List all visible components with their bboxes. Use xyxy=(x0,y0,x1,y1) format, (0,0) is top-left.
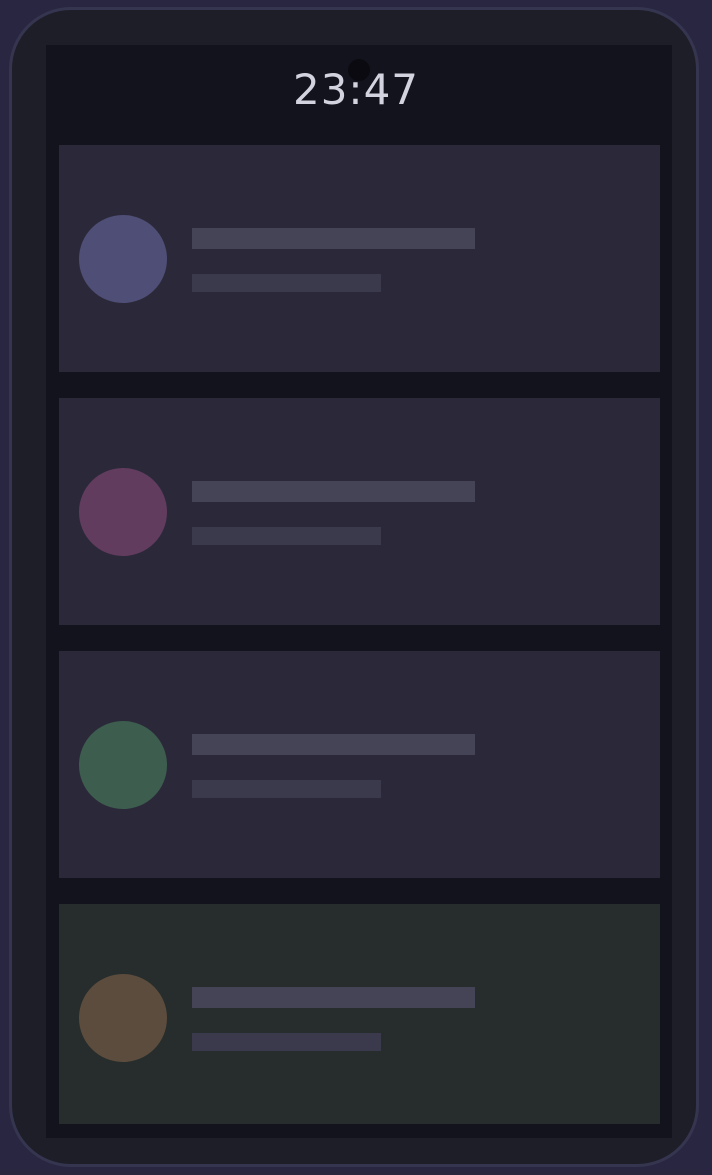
avatar xyxy=(79,468,167,556)
notification-title-placeholder xyxy=(192,481,475,502)
notification-subtitle-placeholder xyxy=(192,274,381,292)
avatar xyxy=(79,974,167,1062)
notification-card[interactable] xyxy=(59,398,660,625)
notification-subtitle-placeholder xyxy=(192,780,381,798)
notification-title-placeholder xyxy=(192,734,475,755)
notification-title-placeholder xyxy=(192,228,475,249)
notification-title-placeholder xyxy=(192,987,475,1008)
notification-subtitle-placeholder xyxy=(192,1033,381,1051)
avatar xyxy=(79,215,167,303)
notification-subtitle-placeholder xyxy=(192,527,381,545)
status-bar-clock: 23:47 xyxy=(292,65,420,114)
notification-card[interactable] xyxy=(59,145,660,372)
avatar xyxy=(79,721,167,809)
notification-card-highlighted[interactable] xyxy=(59,904,660,1124)
notification-card[interactable] xyxy=(59,651,660,878)
